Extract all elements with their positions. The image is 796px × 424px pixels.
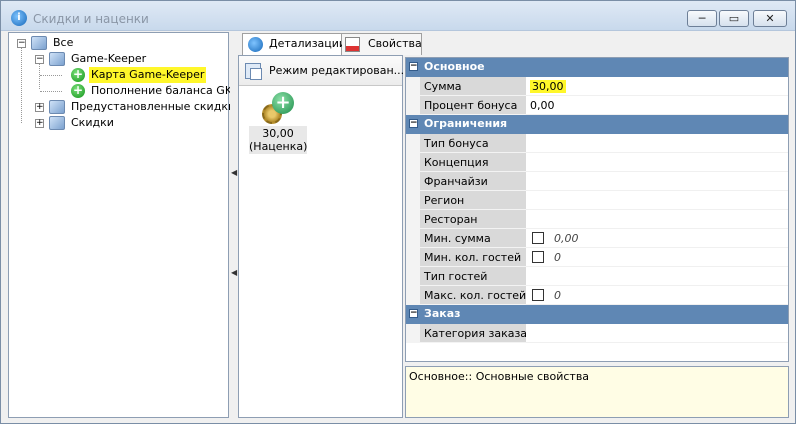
property-name: Мин. кол. гостей	[420, 248, 526, 267]
property-name: Регион	[420, 191, 526, 210]
property-name: Процент бонуса	[420, 96, 526, 115]
property-row-region[interactable]: Регион	[406, 191, 788, 210]
max-guests-checkbox[interactable]	[532, 289, 544, 301]
markup-gear-icon: +	[262, 92, 294, 124]
collapse-icon[interactable]: −	[409, 309, 418, 318]
category-label: Ограничения	[424, 117, 508, 130]
franchise-value[interactable]	[526, 172, 788, 191]
property-row-bonus-percent[interactable]: Процент бонуса 0,00	[406, 96, 788, 115]
discount-tree: − Все − Game-Keeper + Карта Game-Keeper …	[8, 32, 235, 418]
max-guests-cell: 0	[526, 286, 788, 305]
add-markup-icon: +	[71, 83, 85, 98]
tab-properties[interactable]: Свойства	[342, 33, 422, 55]
min-guests-checkbox[interactable]	[532, 251, 544, 263]
property-row-min-sum[interactable]: Мин. сумма 0,00	[406, 229, 788, 248]
category-main[interactable]: − Основное	[406, 58, 788, 77]
guest-type-value[interactable]	[526, 267, 788, 286]
property-name: Тип бонуса	[420, 134, 526, 153]
bonus-percent-value[interactable]: 0,00	[526, 96, 788, 115]
property-name: Мин. сумма	[420, 229, 526, 248]
property-name: Концепция	[420, 153, 526, 172]
property-name: Сумма	[420, 77, 526, 96]
properties-icon	[345, 37, 360, 52]
markup-card-text: 30,00 (Наценка)	[249, 126, 307, 154]
property-row-restaurant[interactable]: Ресторан	[406, 210, 788, 229]
restaurant-value[interactable]	[526, 210, 788, 229]
folder-icon	[49, 52, 65, 66]
property-row-guest-type[interactable]: Тип гостей	[406, 267, 788, 286]
property-row-concept[interactable]: Концепция	[406, 153, 788, 172]
tree-label: Скидки	[71, 116, 114, 129]
category-label: Основное	[424, 60, 485, 73]
collapse-icon[interactable]: −	[409, 62, 418, 71]
tree-guide-line	[21, 47, 22, 123]
minimize-button[interactable]: ─	[687, 10, 717, 27]
min-sum-cell: 0,00	[526, 229, 788, 248]
info-icon	[248, 37, 263, 52]
markup-type: (Наценка)	[249, 140, 308, 153]
edit-mode-icon	[245, 63, 262, 80]
property-name: Тип гостей	[420, 267, 526, 286]
edit-mode-label: Режим редактирован...	[269, 64, 405, 77]
min-sum-value: 0,00	[554, 232, 579, 245]
collapse-icon[interactable]: −	[409, 119, 418, 128]
tree-guide-line	[40, 91, 62, 92]
panel-splitter[interactable]: ◀ ◀	[230, 32, 237, 418]
property-name: Категория заказа	[420, 324, 527, 343]
bonus-type-value[interactable]	[526, 134, 788, 153]
folder-icon	[49, 116, 65, 130]
property-name: Ресторан	[420, 210, 526, 229]
property-row-bonus-type[interactable]: Тип бонуса	[406, 134, 788, 153]
tab-label: Свойства	[368, 37, 422, 50]
min-guests-cell: 0	[526, 248, 788, 267]
min-guests-value: 0	[554, 251, 561, 264]
property-name: Франчайзи	[420, 172, 526, 191]
markup-value: 30,00	[262, 127, 294, 140]
folder-icon	[49, 100, 65, 114]
property-row-min-guests[interactable]: Мин. кол. гостей 0	[406, 248, 788, 267]
expand-icon[interactable]: +	[35, 103, 44, 112]
collapse-icon[interactable]: −	[17, 39, 26, 48]
property-description: Основное:: Основные свойства	[405, 366, 789, 418]
title-bar[interactable]: i Скидки и наценки ─ ▭ ✕	[1, 1, 795, 31]
detail-panel: Режим редактирован... + 30,00 (Наценка)	[238, 55, 405, 418]
tree-label: Карта Game-Keeper	[89, 67, 207, 83]
tree-guide-line	[40, 75, 62, 76]
collapse-left-icon[interactable]: ◀	[231, 268, 237, 277]
edit-mode-button[interactable]: Режим редактирован...	[239, 56, 405, 86]
discounts-window: i Скидки и наценки ─ ▭ ✕ − Все − Game-Ke…	[0, 0, 796, 424]
tree-guide-line	[39, 63, 40, 89]
app-icon: i	[11, 10, 27, 26]
tree-label: Пополнение баланса GK	[91, 84, 233, 97]
property-row-max-guests[interactable]: Макс. кол. гостей 0	[406, 286, 788, 305]
category-label: Заказ	[424, 307, 461, 320]
window-title: Скидки и наценки	[33, 12, 149, 26]
property-name: Макс. кол. гостей	[420, 286, 526, 305]
region-value[interactable]	[526, 191, 788, 210]
category-limits[interactable]: − Ограничения	[406, 115, 788, 134]
maximize-button[interactable]: ▭	[719, 10, 749, 27]
max-guests-value: 0	[554, 289, 561, 302]
property-grid: − Основное Сумма 30,00 Процент бонуса 0,…	[405, 57, 789, 362]
tree-label: Game-Keeper	[71, 52, 147, 65]
property-row-order-category[interactable]: Категория заказа	[406, 324, 788, 343]
tree-label: Все	[53, 36, 74, 49]
category-order[interactable]: − Заказ	[406, 305, 788, 324]
tree-label: Предустановленные скидки	[71, 100, 236, 113]
property-row-sum[interactable]: Сумма 30,00	[406, 77, 788, 96]
expand-icon[interactable]: +	[35, 119, 44, 128]
concept-value[interactable]	[526, 153, 788, 172]
add-markup-icon: +	[71, 67, 85, 82]
collapse-icon[interactable]: −	[35, 55, 44, 64]
folder-icon	[31, 36, 47, 50]
min-sum-checkbox[interactable]	[532, 232, 544, 244]
markup-card[interactable]: + 30,00 (Наценка)	[249, 92, 307, 154]
collapse-left-icon[interactable]: ◀	[231, 168, 237, 177]
property-row-franchise[interactable]: Франчайзи	[406, 172, 788, 191]
tab-label: Детализации	[269, 37, 347, 50]
sum-value[interactable]: 30,00	[530, 80, 566, 93]
order-category-value[interactable]	[526, 324, 788, 343]
close-button[interactable]: ✕	[753, 10, 787, 27]
tab-details[interactable]: Детализации	[242, 33, 346, 56]
